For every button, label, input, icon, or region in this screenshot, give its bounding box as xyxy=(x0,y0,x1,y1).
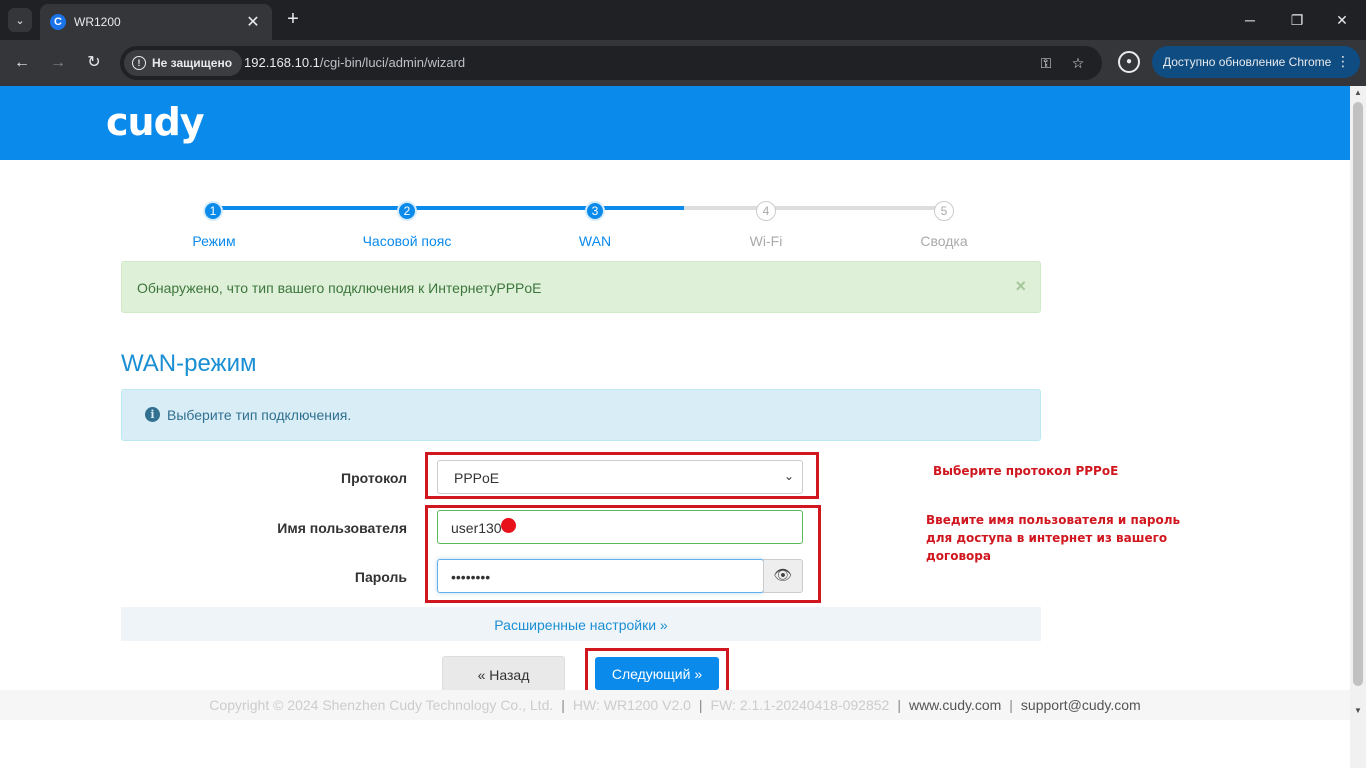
browser-tab[interactable]: C WR1200 ✕ xyxy=(40,4,272,40)
footer-hw: HW: WR1200 V2.0 xyxy=(572,697,691,713)
step-1-label: Режим xyxy=(192,233,236,249)
back-button[interactable]: « Назад xyxy=(442,656,565,692)
step-2-dot: 2 xyxy=(397,201,417,221)
page-scrollbar[interactable]: ▲ ▼ xyxy=(1350,86,1366,768)
url-host: 192.168.10.1 xyxy=(244,55,320,70)
alert-close-icon[interactable]: × xyxy=(1015,276,1026,297)
step-4-dot: 4 xyxy=(756,201,776,221)
password-label: Пароль xyxy=(354,569,407,585)
security-label: Не защищено xyxy=(152,56,233,70)
footer-separator: | xyxy=(897,697,901,713)
tab-title: WR1200 xyxy=(74,15,121,29)
url-path: /cgi-bin/luci/admin/wizard xyxy=(319,55,466,70)
info-alert-text: Выберите тип подключения. xyxy=(167,407,352,423)
next-button[interactable]: Следующий » xyxy=(595,657,719,690)
stepper-progress-line xyxy=(213,206,684,210)
alert-success-text: Обнаружено, что тип вашего подключения к… xyxy=(137,280,542,296)
footer-separator: | xyxy=(561,697,565,713)
forward-arrow-icon[interactable]: → xyxy=(46,51,70,75)
step-5-dot: 5 xyxy=(934,201,954,221)
step-5-label: Сводка xyxy=(920,233,968,249)
scroll-down-icon[interactable]: ▼ xyxy=(1350,706,1366,718)
footer-email-link[interactable]: support@cudy.com xyxy=(1021,697,1141,713)
footer-separator: | xyxy=(1009,697,1013,713)
menu-dots-icon[interactable]: ⋮ xyxy=(1336,53,1350,70)
page-title: WAN-режим xyxy=(121,350,257,377)
credentials-note-line-1: Введите имя пользователя и пароль xyxy=(926,513,1181,527)
detected-connection-alert: Обнаружено, что тип вашего подключения к… xyxy=(121,261,1041,313)
update-label: Доступно обновление Chrome xyxy=(1163,55,1332,69)
footer-fw: FW: 2.1.1-20240418-092852 xyxy=(710,697,890,713)
new-tab-plus-icon[interactable]: + xyxy=(282,8,304,32)
restore-icon[interactable]: ❐ xyxy=(1285,8,1309,32)
bookmark-star-icon[interactable]: ☆ xyxy=(1068,53,1088,73)
profile-avatar-icon[interactable]: ● xyxy=(1118,51,1140,73)
footer-site-link[interactable]: www.cudy.com xyxy=(909,697,1001,713)
credentials-highlight-box xyxy=(425,505,821,603)
scroll-up-icon[interactable]: ▲ xyxy=(1350,88,1366,100)
window-close-icon[interactable]: ✕ xyxy=(1330,8,1354,32)
footer: Copyright © 2024 Shenzhen Cudy Technolog… xyxy=(0,697,1350,713)
step-4-label: Wi-Fi xyxy=(749,233,783,249)
footer-separator: | xyxy=(698,697,703,713)
tab-close-icon[interactable]: ✕ xyxy=(244,12,262,32)
info-circle-icon: i xyxy=(145,407,160,422)
step-2-label: Часовой пояс xyxy=(362,233,452,249)
url-text[interactable]: 192.168.10.1/cgi-bin/luci/admin/wizard xyxy=(244,55,465,70)
page-viewport: cudy 1 2 3 4 5 Режим Часовой пояс WAN Wi… xyxy=(0,86,1350,768)
info-alert: i Выберите тип подключения. xyxy=(121,389,1041,441)
step-3-dot: 3 xyxy=(585,201,605,221)
key-icon[interactable]: ⚿ xyxy=(1036,53,1056,73)
security-chip[interactable]: ! Не защищено xyxy=(124,50,243,76)
browser-tab-strip: ⌄ C WR1200 ✕ + ─ ❐ ✕ xyxy=(0,0,1366,40)
stepper-remaining-line xyxy=(684,206,945,210)
header-bar: cudy xyxy=(0,86,1350,160)
footer-copyright: Copyright © 2024 Shenzhen Cudy Technolog… xyxy=(209,697,554,713)
protocol-note: Выберите протокол PPPoE xyxy=(933,464,1119,478)
cudy-logo[interactable]: cudy xyxy=(106,100,205,144)
chrome-update-button[interactable]: Доступно обновление Chrome ⋮ xyxy=(1152,46,1360,78)
credentials-note-line-2: для доступа в интернет из вашего xyxy=(926,531,1168,545)
address-bar[interactable]: ! Не защищено 192.168.10.1/cgi-bin/luci/… xyxy=(120,46,1102,80)
warning-icon: ! xyxy=(132,56,146,70)
back-arrow-icon[interactable]: ← xyxy=(10,51,34,75)
minimize-icon[interactable]: ─ xyxy=(1238,8,1262,32)
cudy-favicon-icon: C xyxy=(50,14,66,30)
username-label: Имя пользователя xyxy=(277,520,407,536)
reload-icon[interactable]: ↻ xyxy=(82,51,106,75)
protocol-highlight-box xyxy=(425,452,819,499)
protocol-label: Протокол xyxy=(341,470,407,486)
step-1-dot: 1 xyxy=(203,201,223,221)
step-3-label: WAN xyxy=(578,233,612,249)
tab-search-chevron-icon[interactable]: ⌄ xyxy=(8,8,32,32)
scroll-thumb[interactable] xyxy=(1353,102,1363,686)
credentials-note-line-3: договора xyxy=(926,549,991,563)
advanced-settings-toggle[interactable]: Расширенные настройки » xyxy=(121,607,1041,641)
